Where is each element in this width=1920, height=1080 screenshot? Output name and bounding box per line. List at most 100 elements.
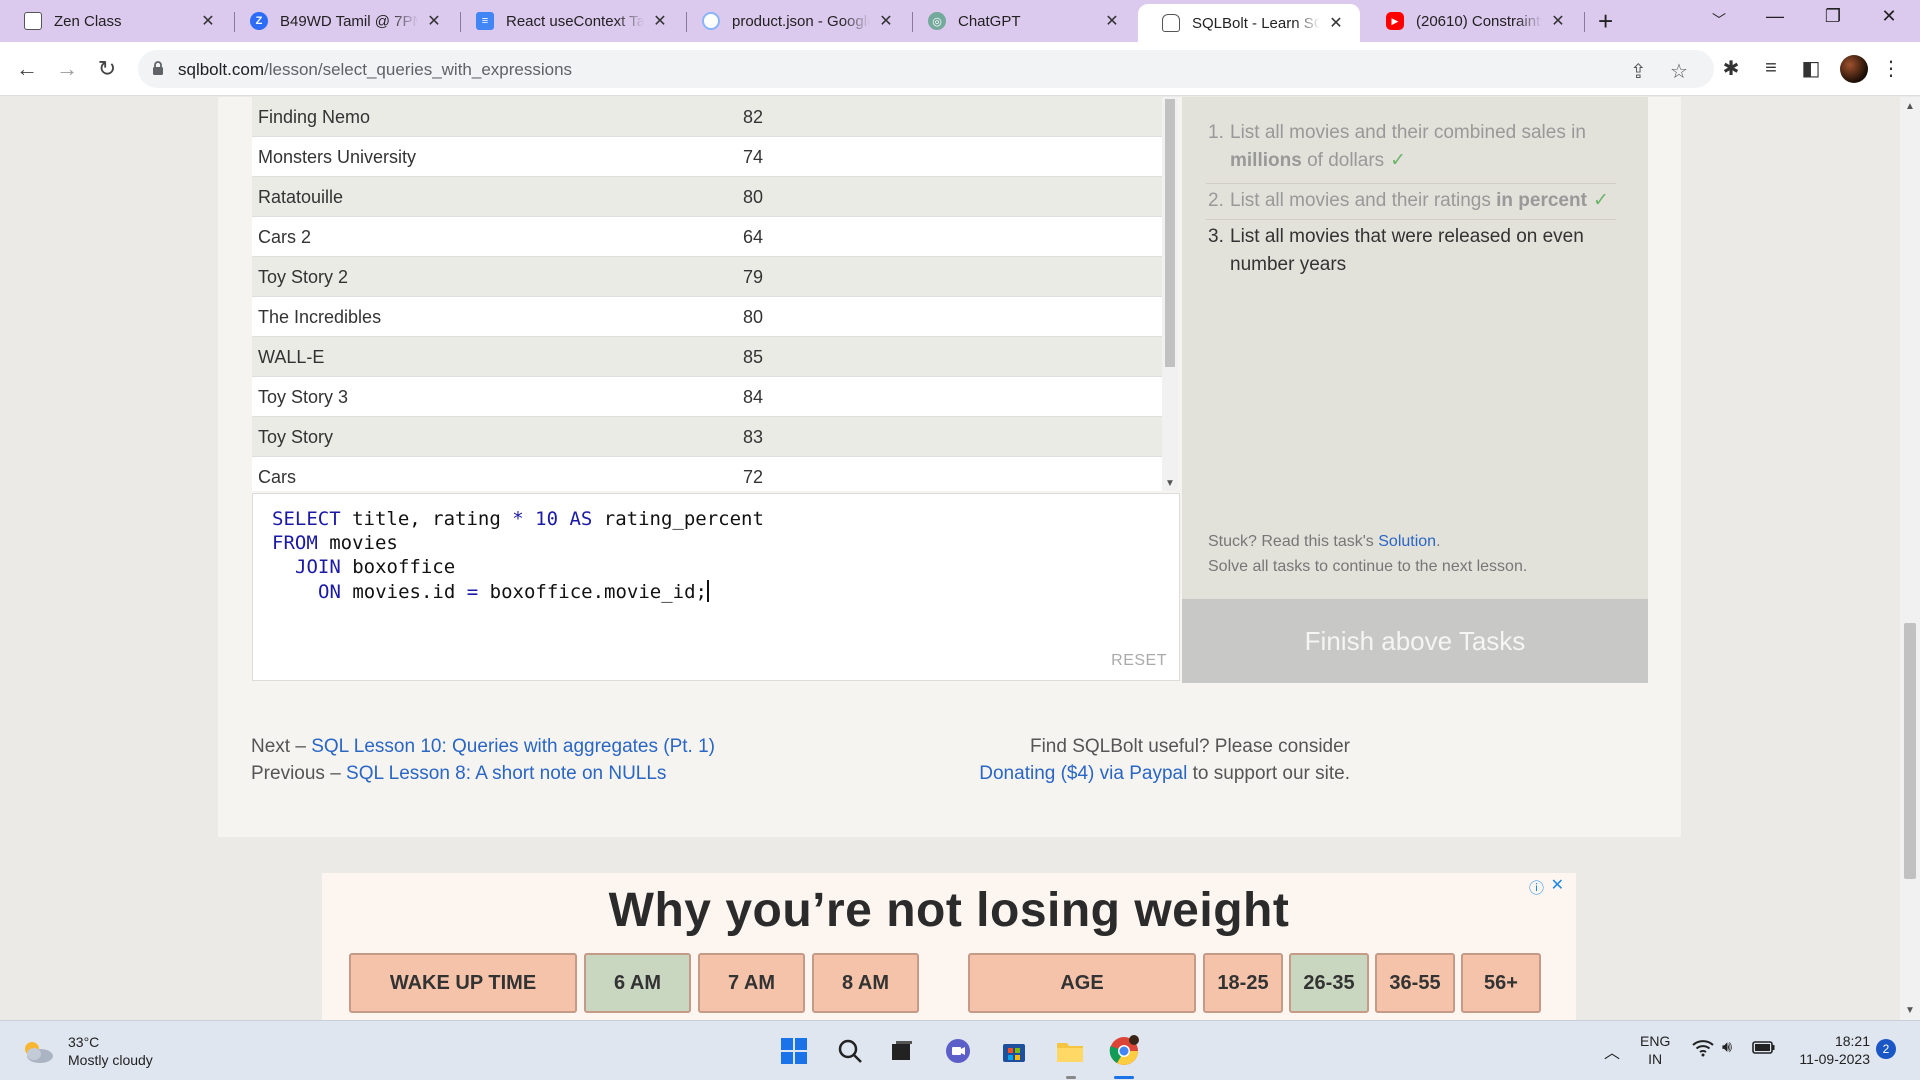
cell-rating-percent: 82 xyxy=(743,107,764,127)
task-view-icon[interactable] xyxy=(884,1033,920,1069)
close-icon[interactable]: ✕ xyxy=(650,11,670,31)
close-icon[interactable]: ✕ xyxy=(1548,11,1568,31)
results-scrollbar[interactable]: ▼ xyxy=(1162,97,1178,491)
scroll-up-arrow-icon[interactable]: ▲ xyxy=(1905,101,1915,112)
code-line-4: ON movies.id = boxoffice.movie_id; xyxy=(318,580,709,603)
address-bar[interactable]: sqlbolt.com/lesson/select_queries_with_e… xyxy=(138,50,1714,88)
search-icon[interactable] xyxy=(832,1033,868,1069)
bookmark-star-icon[interactable]: ☆ xyxy=(1670,59,1688,84)
table-row: Cars 72 xyxy=(252,457,1162,491)
avatar[interactable] xyxy=(1840,55,1868,83)
next-lesson-link[interactable]: SQL Lesson 10: Queries with aggregates (… xyxy=(311,736,715,757)
tab-sqlbolt[interactable]: SQLBolt - Learn SQL - ✕ xyxy=(1138,4,1360,42)
weather-widget[interactable]: 33°C Mostly cloudy xyxy=(20,1033,153,1069)
previous-lesson-link[interactable]: SQL Lesson 8: A short note on NULLs xyxy=(346,763,666,784)
scroll-down-arrow-icon[interactable]: ▼ xyxy=(1905,1005,1915,1016)
donate-link[interactable]: Donating ($4) via Paypal xyxy=(979,763,1187,784)
share-icon[interactable]: ⇪ xyxy=(1630,59,1647,84)
file-explorer-icon[interactable] xyxy=(1052,1033,1088,1069)
close-window-button[interactable]: ✕ xyxy=(1866,6,1912,27)
checkmark-icon: ✓ xyxy=(1592,190,1609,211)
ad-option-button[interactable]: 56+ xyxy=(1461,953,1541,1013)
back-arrow-icon[interactable]: ← xyxy=(10,52,44,86)
ad-option-button[interactable]: AGE xyxy=(968,953,1196,1013)
restore-button[interactable]: ❐ xyxy=(1810,6,1856,27)
tab-title: B49WD Tamil @ 7PM xyxy=(280,12,418,30)
docs-icon: ≡ xyxy=(476,12,494,30)
ad-option-button[interactable]: 26-35 xyxy=(1289,953,1369,1013)
tab-title: React useContext Task xyxy=(506,12,644,30)
chrome-icon[interactable] xyxy=(1106,1033,1142,1069)
info-icon[interactable]: ⓘ xyxy=(1529,877,1544,898)
ad-option-button[interactable]: 8 AM xyxy=(812,953,919,1013)
zenclass-icon xyxy=(24,12,42,30)
cell-rating-percent: 79 xyxy=(743,267,764,287)
tab-chatgpt[interactable]: ◎ ChatGPT ✕ xyxy=(904,4,1136,38)
tab-title: ChatGPT xyxy=(958,12,1021,30)
tab-drive[interactable]: product.json - Google ✕ xyxy=(678,4,910,38)
sql-editor[interactable]: SELECT title, rating * 10 AS rating_perc… xyxy=(252,493,1180,681)
query-results-table: Finding Nemo 82 Monsters University 74 Ratat… xyxy=(252,97,1162,491)
close-icon[interactable]: ✕ xyxy=(1102,11,1122,31)
advertisement[interactable]: Why you’re not losing weight ⓘ ✕ WAKE UP… xyxy=(322,873,1576,1020)
teams-chat-icon[interactable] xyxy=(940,1033,976,1069)
system-clock[interactable]: 18:21 11-09-2023 xyxy=(1790,1032,1870,1068)
forward-arrow-icon[interactable]: → xyxy=(50,52,84,86)
scroll-down-arrow-icon[interactable]: ▼ xyxy=(1165,478,1175,489)
cell-rating-percent: 80 xyxy=(743,187,764,207)
task-item-1: 1. List all movies and their combined sa… xyxy=(1208,122,1586,171)
tab-search-icon[interactable]: ﹀ xyxy=(1696,10,1742,30)
notification-badge[interactable]: 2 xyxy=(1876,1039,1896,1059)
volume-icon[interactable]: 🔊︎ xyxy=(1722,1039,1732,1057)
youtube-icon: ▶ xyxy=(1386,12,1404,30)
weather-status: Mostly cloudy xyxy=(68,1052,153,1068)
ad-option-button[interactable]: 6 AM xyxy=(584,953,691,1013)
tab-youtube[interactable]: ▶ (20610) Constraints in ✕ xyxy=(1362,4,1582,38)
chatgpt-icon: ◎ xyxy=(928,12,946,30)
table-row: Toy Story 2 79 xyxy=(252,257,1162,297)
side-panel-icon[interactable]: ◧ xyxy=(1798,55,1824,81)
cell-rating-percent: 64 xyxy=(743,227,764,247)
close-icon[interactable]: ✕ xyxy=(424,11,444,31)
wifi-icon[interactable] xyxy=(1692,1039,1714,1062)
table-row: Ratatouille 80 xyxy=(252,177,1162,217)
reload-icon[interactable]: ↻ xyxy=(90,52,124,86)
new-tab-button[interactable]: + xyxy=(1598,6,1613,37)
tasks-panel: 1. List all movies and their combined sa… xyxy=(1182,97,1648,599)
ad-option-button[interactable]: 18-25 xyxy=(1203,953,1283,1013)
stuck-hint: Stuck? Read this task's Solution. xyxy=(1208,533,1441,550)
minimize-button[interactable]: — xyxy=(1752,6,1798,27)
lesson-navigation: Next – SQL Lesson 10: Queries with aggre… xyxy=(251,736,715,784)
close-icon[interactable]: ✕ xyxy=(1326,13,1346,33)
table-row: Cars 2 64 xyxy=(252,217,1162,257)
tab-title: SQLBolt - Learn SQL - xyxy=(1192,14,1320,32)
cell-rating-percent: 83 xyxy=(743,427,764,447)
menu-kebab-icon[interactable]: ⋮ xyxy=(1878,55,1904,81)
checkmark-icon: ✓ xyxy=(1390,150,1407,171)
language-indicator[interactable]: ENG IN xyxy=(1640,1032,1670,1068)
tab-docs[interactable]: ≡ React useContext Task ✕ xyxy=(452,4,684,38)
chevron-up-icon[interactable]: ︿ xyxy=(1604,1039,1620,1063)
page-scrollbar[interactable]: ▲ ▼ xyxy=(1900,97,1920,1020)
solution-link[interactable]: Solution xyxy=(1378,533,1436,550)
scroll-thumb[interactable] xyxy=(1165,99,1175,367)
close-icon[interactable]: ✕ xyxy=(198,11,218,31)
tab-zen-class[interactable]: Zen Class ✕ xyxy=(0,4,232,38)
scroll-thumb[interactable] xyxy=(1904,623,1916,879)
finish-tasks-button[interactable]: Finish above Tasks xyxy=(1182,599,1648,683)
microsoft-store-icon[interactable] xyxy=(996,1033,1032,1069)
ad-option-button[interactable]: WAKE UP TIME xyxy=(349,953,577,1013)
close-icon[interactable]: ✕ xyxy=(876,11,896,31)
windows-start-icon[interactable] xyxy=(776,1033,812,1069)
reset-button[interactable]: RESET xyxy=(1111,652,1167,670)
ad-option-button[interactable]: 36-55 xyxy=(1375,953,1455,1013)
extensions-puzzle-icon[interactable]: ✱ xyxy=(1718,55,1744,81)
url-text: sqlbolt.com/lesson/select_queries_with_e… xyxy=(178,60,573,79)
battery-icon[interactable] xyxy=(1752,1039,1776,1060)
tab-title: product.json - Google xyxy=(732,12,870,30)
media-queue-icon[interactable]: ≡ xyxy=(1758,55,1784,81)
code-line-3: JOIN boxoffice xyxy=(295,556,456,578)
tab-zoom[interactable]: Z B49WD Tamil @ 7PM ✕ xyxy=(226,4,458,38)
ad-option-button[interactable]: 7 AM xyxy=(698,953,805,1013)
close-icon[interactable]: ✕ xyxy=(1551,875,1564,895)
